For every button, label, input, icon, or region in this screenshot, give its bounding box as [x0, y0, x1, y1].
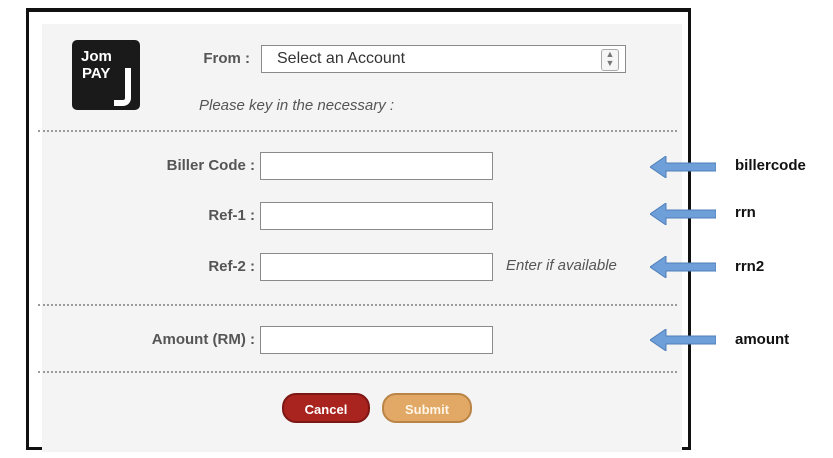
jompay-logo: Jom PAY [72, 40, 140, 110]
annotation-rrn2: rrn2 [735, 258, 765, 275]
cancel-button[interactable]: Cancel [282, 393, 370, 423]
logo-text-pay: PAY [82, 65, 111, 82]
ref1-input[interactable] [260, 202, 493, 230]
ref2-hint: Enter if available [506, 257, 617, 274]
annotation-amount: amount [735, 331, 790, 348]
instruction-text: Please key in the necessary : [199, 97, 395, 114]
divider-bottom [38, 371, 677, 373]
left-arrow-icon [650, 203, 716, 225]
ref2-label: Ref-2 : [208, 258, 255, 275]
annotation-billercode: billercode [735, 157, 806, 174]
logo-text-jom: Jom [81, 48, 112, 65]
amount-input[interactable] [260, 326, 493, 354]
account-select[interactable]: Select an Account ▲ ▼ [261, 45, 626, 73]
ref1-label: Ref-1 : [208, 207, 255, 224]
amount-label: Amount (RM) : [151, 331, 255, 348]
biller-code-input[interactable] [260, 152, 493, 180]
ref2-input[interactable] [260, 253, 493, 281]
account-select-value: Select an Account [277, 50, 406, 67]
annotation-rrn: rrn [735, 204, 756, 221]
submit-button[interactable]: Submit [382, 393, 472, 423]
left-arrow-icon [650, 329, 716, 351]
logo-j-mark [114, 68, 131, 106]
divider-top [38, 130, 677, 132]
select-updown-icon[interactable]: ▲ ▼ [601, 49, 619, 71]
left-arrow-icon [650, 156, 716, 178]
biller-code-label: Biller Code : [166, 157, 255, 174]
from-label: From : [203, 50, 250, 67]
left-arrow-icon [650, 256, 716, 278]
divider-middle [38, 304, 677, 306]
